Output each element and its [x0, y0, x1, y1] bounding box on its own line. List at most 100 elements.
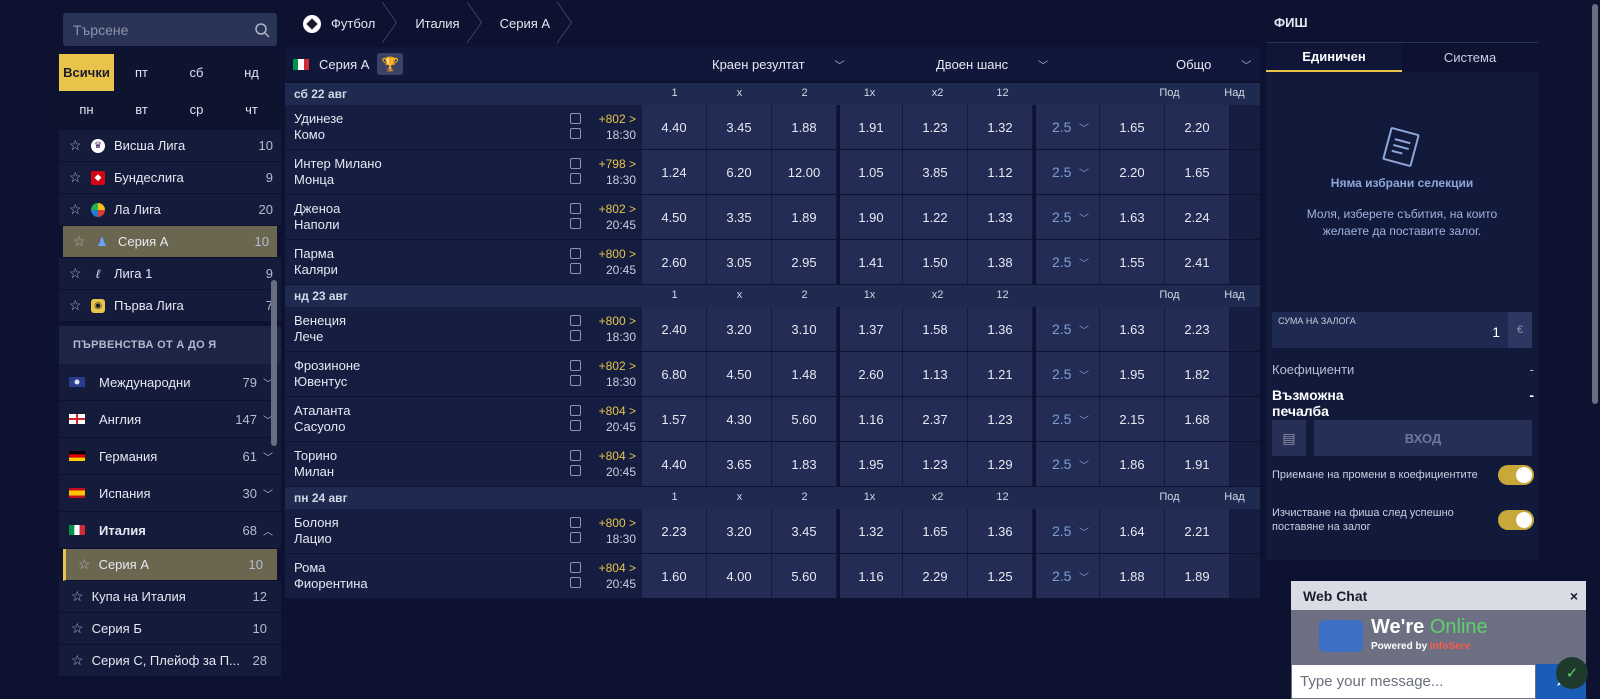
- market-select-result[interactable]: Краен резултат ﹀: [712, 47, 845, 81]
- more-markets-link[interactable]: +800 >: [585, 313, 636, 329]
- odds-button-under[interactable]: 1.95: [1100, 352, 1165, 396]
- odds-button[interactable]: 1.23: [903, 442, 968, 486]
- more-markets-link[interactable]: +798 >: [585, 156, 636, 172]
- tab-single[interactable]: Единичен: [1266, 43, 1402, 72]
- live-tv-icon[interactable]: [569, 532, 581, 543]
- odds-button[interactable]: 1.37: [837, 307, 903, 351]
- odds-button[interactable]: 2.40: [642, 307, 707, 351]
- odds-button[interactable]: 3.65: [707, 442, 772, 486]
- star-icon[interactable]: ☆: [71, 620, 84, 637]
- page-scrollbar[interactable]: [1592, 4, 1598, 404]
- clear-slip-toggle[interactable]: [1498, 510, 1534, 530]
- odds-button[interactable]: 12.00: [772, 150, 837, 194]
- italy-league-item[interactable]: ☆ Серия Б 10: [59, 613, 281, 645]
- odds-button[interactable]: 5.60: [772, 397, 837, 441]
- star-icon[interactable]: ☆: [78, 556, 91, 573]
- odds-button[interactable]: 1.33: [968, 195, 1033, 239]
- match-teams[interactable]: Фрозиноне Ювентус: [285, 352, 565, 396]
- odds-button[interactable]: 3.20: [707, 509, 772, 553]
- odds-button[interactable]: 1.83: [772, 442, 837, 486]
- odds-button[interactable]: 4.00: [707, 554, 772, 598]
- country-item[interactable]: Международни 79 ﹀: [59, 364, 281, 401]
- match-teams[interactable]: Торино Милан: [285, 442, 565, 486]
- league-item-active[interactable]: ☆ ♟ Серия А 10: [63, 226, 277, 258]
- total-line-select[interactable]: 2.5 ﹀: [1033, 240, 1100, 284]
- match-row[interactable]: Торино Милан +804 >20:45 4.40 3.65 1.83 1.95 1.…: [285, 442, 1260, 487]
- total-line-select[interactable]: 2.5 ﹀: [1033, 509, 1100, 553]
- stats-icon[interactable]: [569, 405, 581, 416]
- day-fri[interactable]: пт: [114, 54, 169, 91]
- star-icon[interactable]: ☆: [69, 265, 83, 282]
- match-teams[interactable]: Рома Фиорентина: [285, 554, 565, 598]
- search-input[interactable]: [73, 21, 254, 38]
- odds-button[interactable]: 4.50: [707, 352, 772, 396]
- odds-button[interactable]: 4.40: [642, 442, 707, 486]
- odds-button[interactable]: 1.24: [642, 150, 707, 194]
- more-markets-link[interactable]: +802 >: [585, 201, 636, 217]
- odds-button-under[interactable]: 1.65: [1100, 105, 1165, 149]
- chevron-down-icon[interactable]: ﹀: [263, 449, 273, 464]
- stats-icon[interactable]: [569, 517, 581, 528]
- match-row[interactable]: Парма Каляри +800 >20:45 2.60 3.05 2.95 1.41 1.…: [285, 240, 1260, 285]
- chat-message-input[interactable]: [1291, 664, 1536, 699]
- odds-button[interactable]: 3.35: [707, 195, 772, 239]
- total-line-select[interactable]: 2.5 ﹀: [1033, 195, 1100, 239]
- match-row[interactable]: Фрозиноне Ювентус +802 >18:30 6.80 4.50 1.48 2…: [285, 352, 1260, 397]
- stats-icon[interactable]: [569, 158, 581, 169]
- market-select-total[interactable]: Общо ﹀: [1176, 47, 1251, 81]
- odds-button[interactable]: 1.89: [772, 195, 837, 239]
- match-row[interactable]: Рома Фиорентина +804 >20:45 1.60 4.00 5.60 1.1…: [285, 554, 1260, 599]
- odds-button[interactable]: 1.23: [968, 397, 1033, 441]
- total-line-select[interactable]: 2.5 ﹀: [1033, 352, 1100, 396]
- star-icon[interactable]: ☆: [71, 652, 84, 669]
- chevron-up-icon[interactable]: ︿: [263, 523, 273, 538]
- login-button[interactable]: ВХОД: [1314, 420, 1532, 456]
- odds-button[interactable]: 4.30: [707, 397, 772, 441]
- live-tv-icon[interactable]: [569, 263, 581, 274]
- odds-button[interactable]: 1.32: [968, 105, 1033, 149]
- italy-league-item-active[interactable]: ☆ Серия А 10: [63, 549, 277, 581]
- country-item[interactable]: Англия 147 ﹀: [59, 401, 281, 438]
- match-meta[interactable]: +800 >18:30: [585, 307, 642, 351]
- odds-button[interactable]: 4.40: [642, 105, 707, 149]
- odds-button[interactable]: 2.37: [903, 397, 968, 441]
- odds-button[interactable]: 1.57: [642, 397, 707, 441]
- breadcrumb-country[interactable]: Италия: [397, 6, 481, 41]
- day-mon[interactable]: пн: [59, 91, 114, 128]
- odds-button[interactable]: 1.60: [642, 554, 707, 598]
- match-meta[interactable]: +798 >18:30: [585, 150, 642, 194]
- more-markets-link[interactable]: +804 >: [585, 560, 636, 576]
- live-tv-icon[interactable]: [569, 420, 581, 431]
- match-meta[interactable]: +804 >20:45: [585, 554, 642, 598]
- live-tv-icon[interactable]: [569, 577, 581, 588]
- more-markets-link[interactable]: +800 >: [585, 515, 636, 531]
- odds-button-over[interactable]: 2.21: [1165, 509, 1230, 553]
- odds-button[interactable]: 3.10: [772, 307, 837, 351]
- odds-button[interactable]: 1.22: [903, 195, 968, 239]
- stats-icon[interactable]: [569, 315, 581, 326]
- day-wed[interactable]: ср: [169, 91, 224, 128]
- odds-button-over[interactable]: 2.24: [1165, 195, 1230, 239]
- breadcrumb-league[interactable]: Серия А: [482, 6, 572, 41]
- match-row[interactable]: Интер Милано Монца +798 >18:30 1.24 6.20 12.0…: [285, 150, 1260, 195]
- odds-button-over[interactable]: 1.91: [1165, 442, 1230, 486]
- odds-button[interactable]: 1.48: [772, 352, 837, 396]
- odds-button-under[interactable]: 1.63: [1100, 307, 1165, 351]
- league-item[interactable]: ☆ ◉ Първа Лига 7: [59, 290, 281, 322]
- odds-button[interactable]: 1.65: [903, 509, 968, 553]
- match-row[interactable]: Дженоа Наполи +802 >20:45 4.50 3.35 1.89 1.90 1…: [285, 195, 1260, 240]
- stats-icon[interactable]: [569, 360, 581, 371]
- star-icon[interactable]: ☆: [69, 169, 83, 186]
- league-item[interactable]: ☆ ℓ Лига 1 9: [59, 258, 281, 290]
- odds-button[interactable]: 2.23: [642, 509, 707, 553]
- odds-button[interactable]: 1.25: [968, 554, 1033, 598]
- close-icon[interactable]: ×: [1570, 588, 1578, 604]
- odds-button-under[interactable]: 2.20: [1100, 150, 1165, 194]
- match-teams[interactable]: Удинезе Комо: [285, 105, 565, 149]
- more-markets-link[interactable]: +800 >: [585, 246, 636, 262]
- star-icon[interactable]: ☆: [69, 137, 83, 154]
- match-teams[interactable]: Дженоа Наполи: [285, 195, 565, 239]
- match-meta[interactable]: +800 >20:45: [585, 240, 642, 284]
- star-icon[interactable]: ☆: [69, 201, 83, 218]
- match-teams[interactable]: Аталанта Сасуоло: [285, 397, 565, 441]
